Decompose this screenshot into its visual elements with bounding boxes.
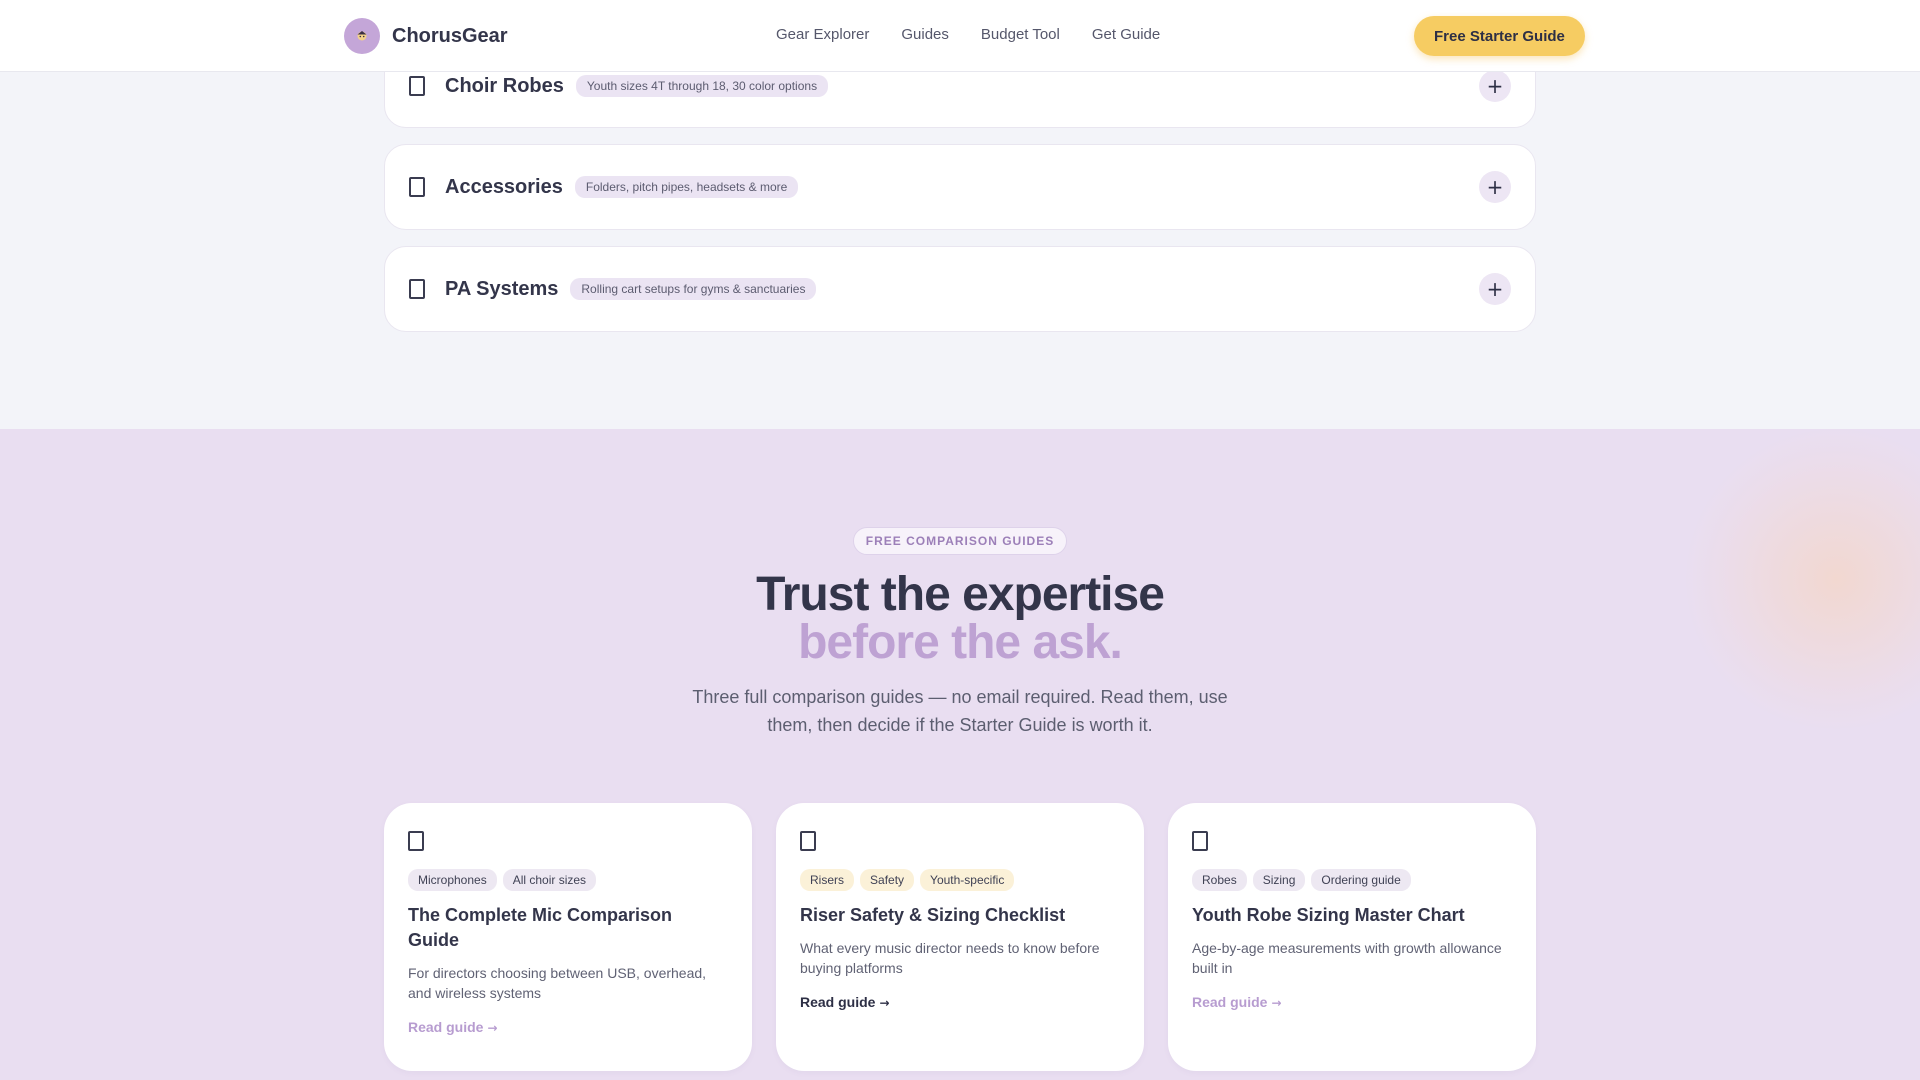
- read-guide-link[interactable]: Read guide →: [408, 1019, 498, 1035]
- section-heading: Trust the expertise: [756, 568, 1165, 621]
- accordion-item-pa-systems[interactable]: PA Systems Rolling cart setups for gyms …: [384, 246, 1536, 332]
- read-guide-label: Read guide: [408, 1019, 484, 1035]
- read-guide-link[interactable]: Read guide →: [800, 994, 890, 1010]
- nav-link-get-guide[interactable]: Get Guide: [1092, 26, 1160, 43]
- accordion-tag: Folders, pitch pipes, headsets & more: [574, 176, 799, 198]
- choir-singer-icon: [344, 18, 380, 54]
- guide-cards: Microphones All choir sizes The Complete…: [384, 803, 1536, 1073]
- read-guide-link[interactable]: Read guide →: [1192, 994, 1282, 1010]
- checkbox-icon[interactable]: [409, 177, 425, 197]
- checkbox-icon[interactable]: [409, 76, 425, 96]
- document-icon: [408, 831, 424, 851]
- expand-plus-icon[interactable]: +: [1479, 171, 1511, 203]
- accordion-title: Accessories: [445, 175, 563, 198]
- document-icon: [1192, 831, 1208, 851]
- card-tags: Microphones All choir sizes: [408, 869, 728, 891]
- tag: Sizing: [1252, 869, 1306, 891]
- tag: All choir sizes: [502, 869, 597, 891]
- guide-card-mic-comparison[interactable]: Microphones All choir sizes The Complete…: [384, 803, 752, 1071]
- expand-plus-icon[interactable]: +: [1479, 273, 1511, 305]
- arrow-right-icon: →: [879, 996, 890, 1010]
- nav-link-gear-explorer[interactable]: Gear Explorer: [776, 26, 869, 43]
- guide-card-riser-safety[interactable]: Risers Safety Youth-specific Riser Safet…: [776, 803, 1144, 1071]
- accordion-tag: Youth sizes 4T through 18, 30 color opti…: [575, 75, 829, 97]
- read-guide-label: Read guide: [1192, 994, 1268, 1010]
- accordion-item-accessories[interactable]: Accessories Folders, pitch pipes, headse…: [384, 144, 1536, 230]
- expand-plus-icon[interactable]: +: [1479, 70, 1511, 102]
- section-heading-accent: before the ask.: [798, 616, 1123, 669]
- guide-card-robe-sizing[interactable]: Robes Sizing Ordering guide Youth Robe S…: [1168, 803, 1536, 1071]
- tag: Youth-specific: [920, 869, 1015, 891]
- card-tags: Risers Safety Youth-specific: [800, 869, 1120, 891]
- brand[interactable]: ChorusGear: [344, 18, 508, 54]
- tag: Ordering guide: [1311, 869, 1411, 891]
- arrow-right-icon: →: [1271, 996, 1282, 1010]
- card-title: Riser Safety & Sizing Checklist: [800, 905, 1066, 925]
- nav-link-guides[interactable]: Guides: [901, 26, 949, 43]
- free-starter-guide-button[interactable]: Free Starter Guide: [1414, 16, 1585, 56]
- nav-links: Gear Explorer Guides Budget Tool Get Gui…: [776, 26, 1160, 43]
- card-description: What every music director needs to know …: [800, 940, 1100, 976]
- brand-name: ChorusGear: [392, 24, 508, 47]
- document-icon: [800, 831, 816, 851]
- tag: Robes: [1192, 869, 1247, 891]
- card-title: The Complete Mic Comparison Guide: [408, 905, 673, 950]
- card-description: Age-by-age measurements with growth allo…: [1192, 940, 1502, 976]
- gear-category-accordion: Choir Robes Youth sizes 4T through 18, 3…: [384, 44, 1536, 348]
- tag: Microphones: [408, 869, 497, 891]
- comparison-guides-section: FREE COMPARISON GUIDES Trust the experti…: [0, 429, 1920, 1080]
- arrow-right-icon: →: [487, 1021, 498, 1035]
- accordion-title: PA Systems: [445, 277, 559, 300]
- section-subtitle: Three full comparison guides — no email …: [692, 687, 1228, 735]
- section-eyebrow-badge: FREE COMPARISON GUIDES: [853, 527, 1067, 555]
- checkbox-icon[interactable]: [409, 279, 425, 299]
- read-guide-label: Read guide: [800, 994, 876, 1010]
- card-description: For directors choosing between USB, over…: [408, 965, 707, 1001]
- card-title: Youth Robe Sizing Master Chart: [1192, 905, 1465, 925]
- card-tags: Robes Sizing Ordering guide: [1192, 869, 1512, 891]
- tag: Risers: [800, 869, 855, 891]
- accordion-tag: Rolling cart setups for gyms & sanctuari…: [570, 278, 817, 300]
- tag: Safety: [860, 869, 915, 891]
- top-navigation: ChorusGear Gear Explorer Guides Budget T…: [0, 0, 1920, 72]
- accordion-title: Choir Robes: [445, 74, 564, 97]
- nav-link-budget-tool[interactable]: Budget Tool: [981, 26, 1060, 43]
